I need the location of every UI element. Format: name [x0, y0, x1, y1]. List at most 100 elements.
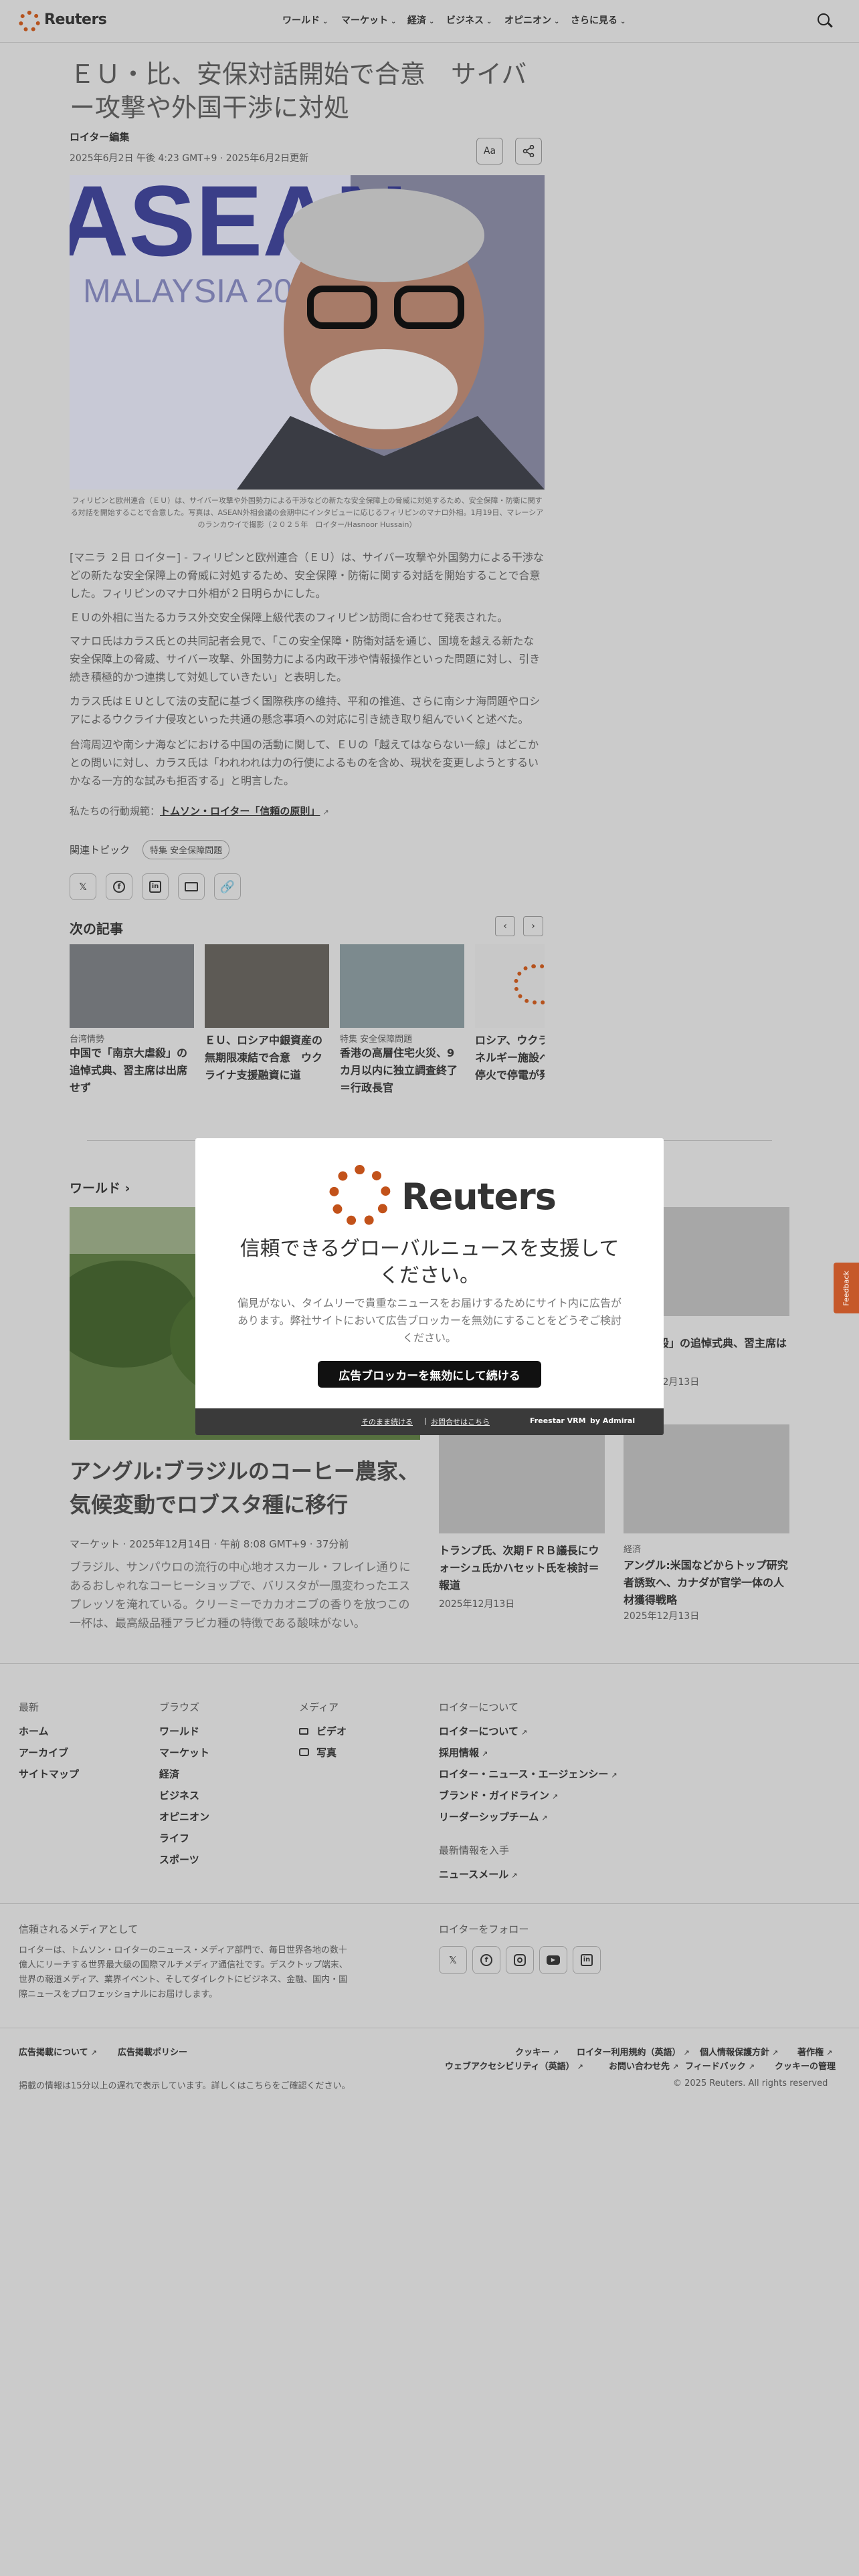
footer-link[interactable]: ブランド・ガイドライン ↗ — [439, 1788, 558, 1802]
article-paragraph: マナロ氏はカラス氏との共同記者会見で、「この安全保障・防衛対話を通じ、国境を越え… — [70, 635, 541, 683]
external-link-icon: ↗ — [748, 2062, 755, 2071]
social-youtube-button[interactable]: ▶ — [539, 1946, 567, 1974]
social-x-button[interactable]: 𝕏 — [439, 1946, 467, 1974]
nav-item-business[interactable]: ビジネス ⌄ — [446, 13, 492, 27]
contact-us-link[interactable]: お問合せはこちら — [431, 1416, 490, 1427]
nav-item-economy[interactable]: 経済 ⌄ — [407, 13, 434, 27]
footer-link[interactable]: 採用情報 ↗ — [439, 1745, 488, 1759]
continue-link[interactable]: そのまま続ける — [361, 1416, 413, 1427]
share-linkedin-button[interactable]: in — [142, 873, 169, 900]
footer-heading: 最新 — [19, 1701, 39, 1713]
social-facebook-button[interactable]: f — [472, 1946, 500, 1974]
card-title[interactable]: ロシア、ウクライナのエネルギー施設への攻撃、停火で停電が発生 — [475, 1032, 545, 1084]
external-link-icon: ↗ — [577, 2062, 583, 2071]
vendor-credit[interactable]: Freestar VRM — [530, 1416, 586, 1425]
side-card-title[interactable]: トランプ氏、次期ＦＲＢ議長にウォーシュ氏かハセット氏を検討＝報道 — [439, 1542, 605, 1594]
world-section-heading[interactable]: ワールド › — [70, 1178, 130, 1196]
share-x-button[interactable]: 𝕏 — [70, 873, 96, 900]
cookie-manage-link[interactable]: クッキーの管理 — [775, 2059, 836, 2072]
share-email-button[interactable] — [178, 873, 205, 900]
article-paragraph: 台湾周辺や南シナ海などにおける中国の活動に関して、ＥＵの「越えてはならない一線」… — [70, 738, 539, 787]
external-link-icon: ↗ — [683, 2048, 690, 2057]
contact-link[interactable]: お問い合わせ先 ↗ — [609, 2059, 678, 2072]
nav-item-opinion[interactable]: オピニオン ⌄ — [504, 13, 559, 27]
article-byline[interactable]: ロイター編集 — [70, 130, 129, 144]
nav-item-world[interactable]: ワールド ⌄ — [282, 13, 328, 27]
site-header: Reuters ワールド ⌄ マーケット ⌄ 経済 ⌄ ビジネス ⌄ オピニオン ⌄ さら… — [0, 0, 859, 43]
side-card-tag[interactable]: 経済 — [624, 1542, 641, 1555]
footer-video-link[interactable]: ビデオ — [299, 1724, 347, 1738]
footer-link[interactable]: オピニオン — [159, 1810, 209, 1824]
admiral-credit[interactable]: by Admiral — [590, 1416, 635, 1425]
card-title[interactable]: ＥＵ、ロシア中銀資産の無期限凍結で合意 ウクライナ支援融資に道 — [205, 1032, 329, 1084]
card-image[interactable] — [475, 944, 545, 1028]
social-instagram-button[interactable] — [506, 1946, 534, 1974]
card-tag[interactable]: 特集 安全保障問題 — [340, 1032, 412, 1045]
card-title[interactable]: 中国で「南京大虐殺」の追悼式典、習主席は出席せず — [70, 1045, 194, 1097]
footer-link[interactable]: マーケット — [159, 1745, 209, 1759]
footer-link[interactable]: リーダーシップチーム ↗ — [439, 1810, 547, 1824]
email-icon — [185, 882, 198, 891]
feedback-tab[interactable]: Feedback — [834, 1263, 859, 1313]
article-hero-image[interactable]: ASEAN MALAYSIA 2025 — [70, 175, 545, 490]
instagram-icon — [514, 1954, 526, 1966]
newsletter-link[interactable]: ニュースメール ↗ — [439, 1867, 517, 1881]
ad-policy-link[interactable]: 広告掲載ポリシー — [118, 2045, 187, 2058]
side-card-image[interactable] — [624, 1424, 789, 1533]
social-linkedin-button[interactable]: in — [573, 1946, 601, 1974]
external-link-icon: ↗ — [772, 2048, 779, 2057]
cookie-link[interactable]: クッキー ↗ — [515, 2045, 559, 2058]
footer-link[interactable]: ビジネス — [159, 1788, 199, 1802]
search-icon[interactable] — [818, 13, 830, 25]
chevron-down-icon: ⌄ — [486, 18, 492, 25]
card-image[interactable] — [70, 944, 194, 1028]
footer-heading: ブラウズ — [159, 1701, 200, 1713]
footer-link[interactable]: ホーム — [19, 1724, 49, 1738]
feedback-link[interactable]: フィードバック ↗ — [685, 2059, 755, 2072]
footer-link[interactable]: ライフ — [159, 1831, 189, 1845]
external-link-icon: ↗ — [611, 1771, 617, 1780]
copyright-link[interactable]: 著作権 ↗ — [797, 2045, 832, 2058]
ad-info-link[interactable]: 広告掲載について ↗ — [19, 2045, 97, 2058]
accessibility-link[interactable]: ウェブアクセシビリティ（英語） ↗ — [445, 2059, 583, 2072]
external-link-icon: ↗ — [520, 1728, 528, 1737]
article-paragraph: カラス氏はＥＵとして法の支配に基づく国際秩序の維持、平和の推進、さらに南シナ海問… — [70, 695, 541, 726]
feature-title[interactable]: アングル:ブラジルのコーヒー農家、気候変動でロブスタ種に移行 — [70, 1455, 420, 1521]
font-size-button[interactable]: Aa — [476, 138, 503, 165]
share-button[interactable] — [515, 138, 542, 165]
nav-item-markets[interactable]: マーケット ⌄ — [341, 13, 396, 27]
footer-link[interactable]: ワールド — [159, 1724, 199, 1738]
disable-adblock-button[interactable]: 広告ブロッカーを無効にして続ける — [318, 1361, 541, 1388]
privacy-link[interactable]: 個人情報保護方針 ↗ — [700, 2045, 778, 2058]
footer-photo-link[interactable]: 写真 — [299, 1745, 337, 1759]
footer-link[interactable]: スポーツ — [159, 1852, 199, 1866]
side-card-image[interactable] — [439, 1424, 605, 1533]
carousel-prev-button[interactable]: ‹ — [495, 916, 515, 936]
reuters-logo-text[interactable]: Reuters — [44, 11, 107, 28]
share-facebook-button[interactable]: f — [106, 873, 132, 900]
copyright-text: © 2025 Reuters. All rights reserved — [673, 2078, 828, 2088]
topic-pill[interactable]: 特集 安全保障問題 — [142, 840, 230, 859]
footer-link[interactable]: ロイター・ニュース・エージェンシー ↗ — [439, 1767, 617, 1781]
footer-link[interactable]: アーカイブ — [19, 1745, 68, 1759]
side-card-title[interactable]: アングル:米国などからトップ研究者誘致へ、カナダが官学一体の人材獲得戦略 — [624, 1557, 789, 1609]
external-link-icon: ↗ — [322, 808, 329, 817]
nav-item-more[interactable]: さらに見る ⌄ — [571, 13, 626, 27]
footer-link[interactable]: ロイターについて ↗ — [439, 1724, 527, 1738]
card-image[interactable] — [205, 944, 329, 1028]
principles-link[interactable]: トムソン・ロイター「信頼の原則」 — [160, 805, 320, 817]
copy-link-button[interactable]: 🔗 — [214, 873, 241, 900]
footer-heading: 最新情報を入手 — [439, 1844, 510, 1856]
terms-link[interactable]: ロイター利用規約（英語） ↗ — [577, 2045, 690, 2058]
article-date: 2025年6月2日 午後 4:23 GMT+9 · 2025年6月2日更新 — [70, 153, 309, 164]
youtube-icon: ▶ — [547, 1955, 560, 1965]
external-link-icon: ↗ — [826, 2048, 833, 2057]
image-caption: フィリピンと欧州連合（ＥＵ）は、サイバー攻撃や外国勢力による干渉などの新たな安全… — [70, 496, 544, 529]
card-title[interactable]: 香港の高層住宅火災、9カ月以内に独立調査終了＝行政長官 — [340, 1045, 464, 1097]
card-tag[interactable]: 台湾情勢 — [70, 1032, 104, 1045]
footer-link[interactable]: 経済 — [159, 1767, 179, 1781]
reuters-logo-icon[interactable] — [19, 11, 40, 32]
card-image[interactable] — [340, 944, 464, 1028]
carousel-next-button[interactable]: › — [523, 916, 543, 936]
footer-link[interactable]: サイトマップ — [19, 1767, 79, 1781]
